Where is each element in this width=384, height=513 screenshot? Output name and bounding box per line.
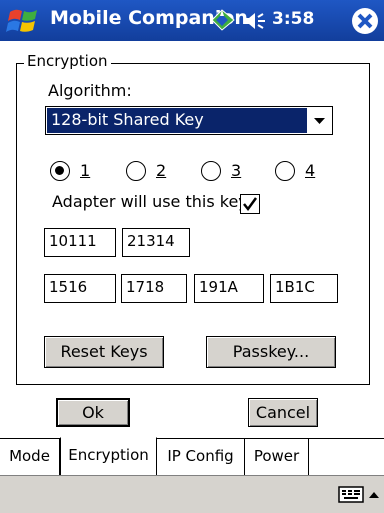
tab-power[interactable]: Power bbox=[245, 439, 309, 475]
key-radio-3-label: 3 bbox=[231, 161, 242, 180]
tab-mode[interactable]: Mode bbox=[0, 439, 60, 475]
reset-keys-button[interactable]: Reset Keys bbox=[44, 336, 164, 368]
windows-start-icon[interactable] bbox=[6, 6, 40, 36]
key-radio-4-label: 4 bbox=[305, 161, 316, 180]
key-field-4[interactable]: 1718 bbox=[121, 274, 187, 303]
tab-strip: Mode Encryption IP Config Power bbox=[0, 437, 384, 475]
keyboard-icon[interactable] bbox=[338, 485, 366, 505]
encryption-group-legend: Encryption bbox=[24, 52, 111, 70]
clock: 3:58 bbox=[272, 9, 315, 29]
tab-ip-config[interactable]: IP Config bbox=[157, 439, 245, 475]
algorithm-selected-value: 128-bit Shared Key bbox=[47, 108, 307, 133]
key-radio-2[interactable] bbox=[126, 161, 146, 181]
key-radio-3[interactable] bbox=[201, 161, 221, 181]
command-bar bbox=[0, 475, 384, 513]
key-radio-2-label: 2 bbox=[156, 161, 167, 180]
speaker-icon[interactable] bbox=[242, 10, 268, 32]
ok-button[interactable]: Ok bbox=[56, 398, 130, 427]
title-bar: Mobile Companion 3:58 bbox=[0, 0, 384, 41]
adapter-checkbox-label: Adapter will use this key bbox=[52, 192, 248, 211]
sip-arrow-icon[interactable] bbox=[368, 488, 380, 502]
tab-encryption[interactable]: Encryption bbox=[60, 437, 157, 475]
passkey-button[interactable]: Passkey... bbox=[206, 336, 336, 368]
algorithm-dropdown[interactable]: 128-bit Shared Key bbox=[45, 106, 333, 135]
key-radio-1-label: 1 bbox=[80, 161, 91, 180]
key-radio-1[interactable] bbox=[50, 161, 70, 181]
adapter-checkbox[interactable] bbox=[240, 194, 260, 214]
algorithm-label: Algorithm: bbox=[48, 81, 132, 100]
key-field-2[interactable]: 21314 bbox=[122, 228, 190, 257]
close-icon[interactable] bbox=[350, 6, 380, 36]
key-field-1[interactable]: 10111 bbox=[44, 228, 116, 257]
chevron-down-icon[interactable] bbox=[307, 107, 332, 134]
key-radio-4[interactable] bbox=[275, 161, 295, 181]
key-field-6[interactable]: 1B1C bbox=[270, 274, 338, 303]
key-field-5[interactable]: 191A bbox=[194, 274, 264, 303]
cancel-button[interactable]: Cancel bbox=[248, 398, 318, 427]
checkmark-icon bbox=[243, 197, 258, 212]
key-field-3[interactable]: 1516 bbox=[44, 274, 116, 303]
connectivity-icon[interactable] bbox=[210, 8, 236, 32]
